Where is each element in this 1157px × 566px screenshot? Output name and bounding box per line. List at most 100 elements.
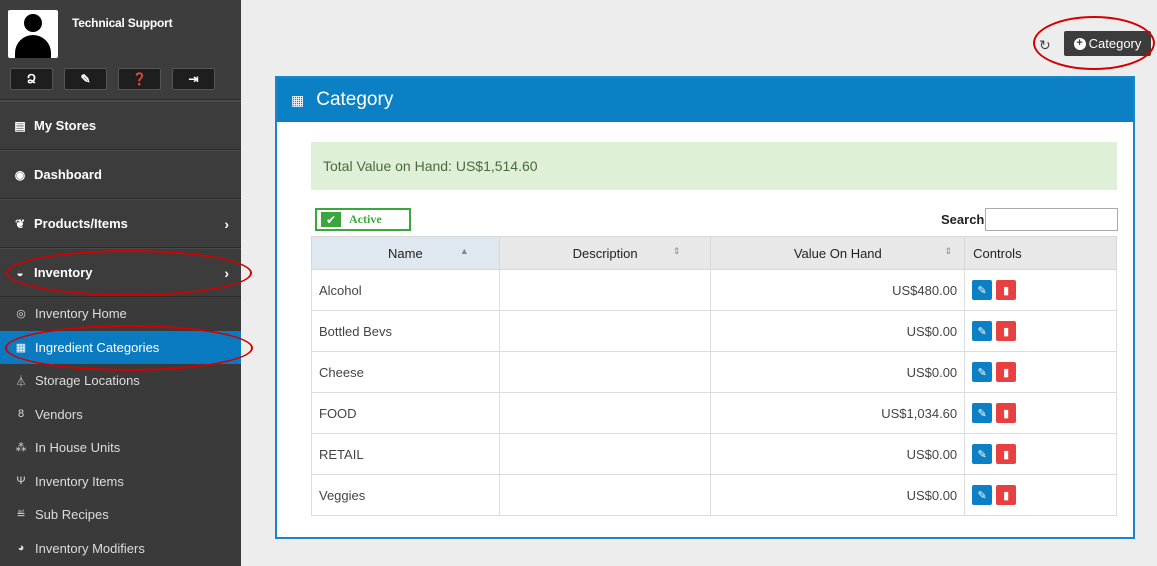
chevron-right-icon: ›	[224, 216, 229, 232]
nav-item-products[interactable]: ❦ Products/Items ›	[0, 199, 241, 248]
sidebar: Technical Support Ձ ✎ ❓ ⇥ ▤ My Stores ◉ …	[0, 0, 241, 566]
refresh-icon[interactable]: ↻	[1039, 37, 1051, 54]
sub-item-inventory-home[interactable]: ◎ Inventory Home	[0, 297, 241, 331]
nav-label: Inventory	[34, 265, 93, 280]
profile-icon-bar: Ձ ✎ ❓ ⇥	[10, 68, 215, 90]
table-row: Cheese US$0.00 ✎ ▮	[311, 351, 1117, 393]
trash-icon[interactable]: ▮	[996, 321, 1017, 341]
checkmark-icon: ✔	[321, 212, 341, 227]
sub-item-vendors[interactable]: 8 Vendors	[0, 398, 241, 432]
column-header-label: Description	[572, 245, 638, 261]
table-row: Veggies US$0.00 ✎ ▮	[311, 474, 1117, 516]
sub-item-ingredient-categories[interactable]: ▦ Ingredient Categories	[0, 330, 241, 364]
chevron-right-icon: ›	[224, 265, 229, 281]
edit-icon[interactable]: ✎	[972, 280, 993, 300]
basket-icon: ◒	[16, 265, 24, 280]
inventory-sub-nav: ◎ Inventory Home ▦ Ingredient Categories…	[0, 297, 241, 565]
dashboard-icon: ◉	[14, 167, 26, 182]
cell-name: Cheese	[311, 351, 500, 393]
cell-description	[498, 310, 712, 352]
sub-item-inventory-items[interactable]: Ψ Inventory Items	[0, 465, 241, 499]
cell-controls: ✎ ▮	[964, 392, 1117, 434]
edit-icon[interactable]: ✎	[972, 485, 993, 505]
cell-description	[498, 351, 712, 393]
trash-icon[interactable]: ▮	[996, 485, 1017, 505]
table-row: Alcohol US$480.00 ✎ ▮	[311, 269, 1117, 311]
vendor-icon: 8	[17, 408, 25, 421]
trash-icon[interactable]: ▮	[996, 362, 1017, 382]
column-header-label: Name	[388, 245, 423, 261]
cell-name: FOOD	[311, 392, 500, 434]
gift-icon: ❦	[14, 216, 26, 231]
column-header-description[interactable]: Description ⇕	[498, 236, 712, 270]
panel-title: Category	[316, 89, 394, 110]
sub-item-in-house-units[interactable]: ⁂ In House Units	[0, 431, 241, 465]
edit-icon[interactable]: ✎	[972, 321, 993, 341]
sort-icon: ⇕	[672, 245, 681, 256]
sub-item-label: Inventory Items	[35, 473, 124, 489]
store-icon: ▤	[14, 118, 26, 133]
cell-value: US$0.00	[710, 310, 966, 352]
nav-item-my-stores[interactable]: ▤ My Stores	[0, 101, 241, 150]
cell-name: Veggies	[311, 474, 500, 516]
grid-icon: ▦	[15, 341, 27, 354]
cell-value: US$1,034.60	[710, 392, 966, 434]
cell-controls: ✎ ▮	[964, 433, 1117, 475]
recipe-icon: ≝	[16, 509, 26, 522]
cell-value: US$0.00	[710, 351, 966, 393]
category-table: Name ▲ Description ⇕ Value On Hand ⇕ Con…	[311, 236, 1117, 516]
main-content: ↻ + Category ▦ Category Total Value on H…	[241, 0, 1157, 566]
sub-item-label: Vendors	[35, 406, 83, 422]
trash-icon[interactable]: ▮	[996, 403, 1017, 423]
table-row: RETAIL US$0.00 ✎ ▮	[311, 433, 1117, 475]
sort-asc-icon: ▲	[459, 245, 469, 256]
edit-icon[interactable]: ✎	[972, 444, 993, 464]
main-nav: ▤ My Stores ◉ Dashboard ❦ Products/Items…	[0, 100, 241, 297]
sub-item-sub-recipes[interactable]: ≝ Sub Recipes	[0, 498, 241, 532]
sub-item-inventory-modifiers[interactable]: ◕ Inventory Modifiers	[0, 532, 241, 566]
sub-item-label: Ingredient Categories	[35, 339, 160, 355]
profile-section: Technical Support Ձ ✎ ❓ ⇥	[0, 0, 241, 100]
utensils-icon: Ψ	[16, 475, 26, 488]
cell-description	[498, 433, 712, 475]
column-header-name[interactable]: Name ▲	[311, 236, 500, 270]
pie-icon: ◕	[17, 542, 25, 555]
trash-icon[interactable]: ▮	[996, 280, 1017, 300]
edit-icon[interactable]: ✎	[972, 403, 993, 423]
nav-label: Dashboard	[34, 167, 102, 182]
sub-item-label: Inventory Modifiers	[35, 540, 145, 556]
sub-item-label: In House Units	[35, 440, 121, 456]
cell-name: Alcohol	[311, 269, 500, 311]
sub-item-label: Storage Locations	[35, 373, 140, 389]
nav-item-dashboard[interactable]: ◉ Dashboard	[0, 150, 241, 199]
column-header-controls: Controls	[964, 236, 1117, 270]
category-panel: ▦ Category Total Value on Hand: US$1,514…	[275, 76, 1135, 539]
compass-icon: ◎	[16, 308, 26, 321]
avatar[interactable]	[8, 10, 58, 58]
active-filter-toggle[interactable]: ✔ Active	[315, 208, 411, 231]
sub-item-storage-locations[interactable]: ⏃ Storage Locations	[0, 364, 241, 398]
cell-description	[498, 392, 712, 434]
logout-icon[interactable]: ⇥	[172, 68, 215, 90]
cell-name: Bottled Bevs	[311, 310, 500, 352]
column-header-label: Value On Hand	[793, 245, 882, 261]
cell-name: RETAIL	[311, 433, 500, 475]
trash-icon[interactable]: ▮	[996, 444, 1017, 464]
column-header-value[interactable]: Value On Hand ⇕	[710, 236, 966, 270]
sub-item-label: Inventory Home	[35, 306, 127, 322]
search-input[interactable]	[985, 208, 1118, 231]
brush-icon[interactable]: ✎	[64, 68, 107, 90]
edit-icon[interactable]: ✎	[972, 362, 993, 382]
cubes-icon: ⁂	[15, 442, 27, 455]
user-icon[interactable]: Ձ	[10, 68, 53, 90]
avatar-head	[24, 14, 42, 32]
table-row: Bottled Bevs US$0.00 ✎ ▮	[311, 310, 1117, 352]
help-icon[interactable]: ❓	[118, 68, 161, 90]
avatar-body	[15, 35, 51, 58]
table-row: FOOD US$1,034.60 ✎ ▮	[311, 392, 1117, 434]
nav-item-inventory[interactable]: ◒ Inventory ›	[0, 248, 241, 297]
cell-controls: ✎ ▮	[964, 351, 1117, 393]
panel-header: ▦ Category	[277, 78, 1133, 122]
add-category-button[interactable]: + Category	[1064, 31, 1151, 56]
search-label: Search	[941, 212, 985, 227]
